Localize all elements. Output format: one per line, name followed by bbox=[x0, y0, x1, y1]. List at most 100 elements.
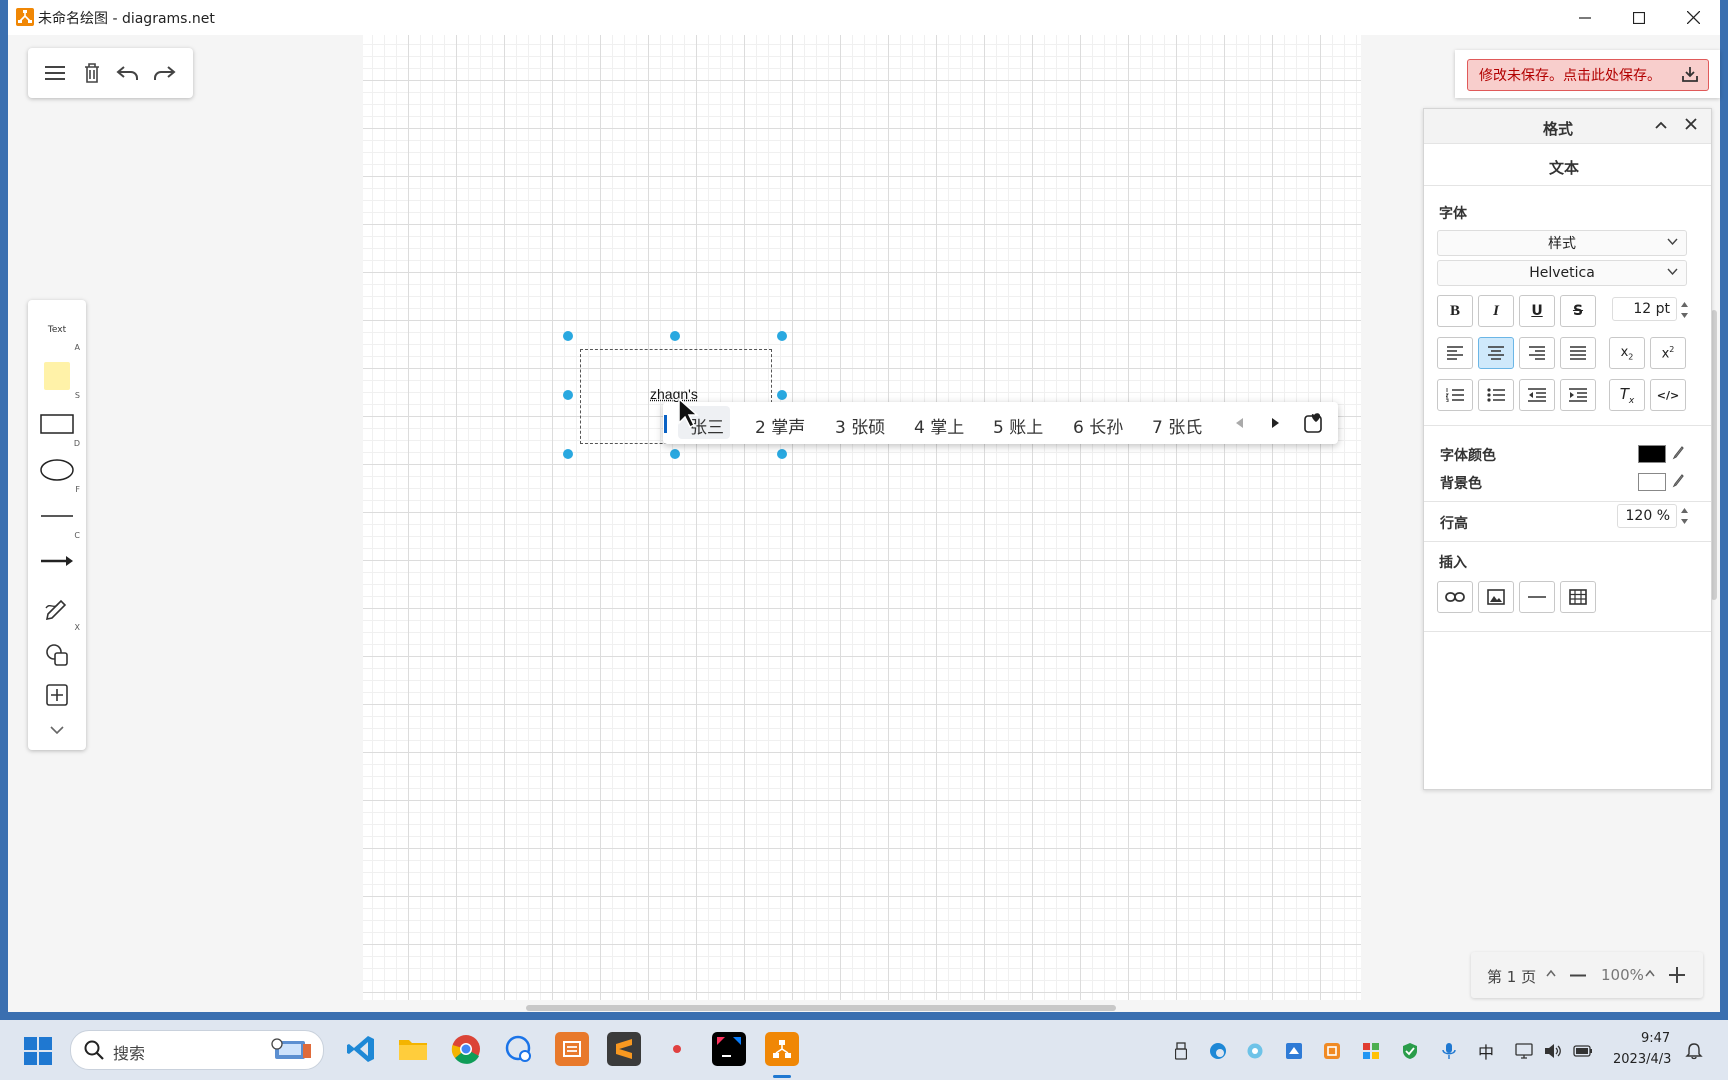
ime-candidate[interactable]: 7 张氏 bbox=[1152, 413, 1202, 438]
text-shape[interactable]: Text A bbox=[36, 314, 80, 352]
ellipse-shape[interactable]: F bbox=[36, 452, 80, 494]
background-color-swatch[interactable] bbox=[1638, 473, 1666, 491]
notification-icon[interactable] bbox=[1684, 1041, 1704, 1061]
insert-button[interactable] bbox=[36, 680, 78, 710]
menu-button[interactable] bbox=[40, 58, 70, 88]
font-family-select[interactable]: Helvetica bbox=[1437, 260, 1687, 286]
horizontal-scrollbar[interactable] bbox=[526, 1005, 1116, 1011]
prev-page-icon[interactable] bbox=[1236, 418, 1244, 428]
chevron-up-icon[interactable] bbox=[1546, 970, 1556, 977]
ime-candidate[interactable]: 2 掌声 bbox=[755, 413, 805, 438]
bold-button[interactable]: B bbox=[1437, 295, 1473, 327]
font-color-swatch[interactable] bbox=[1638, 445, 1666, 463]
collapse-icon[interactable] bbox=[1655, 121, 1667, 129]
line-shape[interactable]: C bbox=[36, 498, 80, 540]
security-shield-icon[interactable] bbox=[1400, 1041, 1420, 1061]
close-panel-icon[interactable] bbox=[1685, 118, 1697, 130]
clock-date[interactable]: 2023/4/3 bbox=[1613, 1052, 1671, 1067]
favorite-heart-icon[interactable] bbox=[1304, 413, 1324, 433]
shapes-library-button[interactable] bbox=[36, 640, 78, 670]
vscode-app[interactable] bbox=[344, 1032, 378, 1066]
network-icon[interactable] bbox=[1514, 1041, 1534, 1061]
rectangle-shape[interactable]: D bbox=[36, 406, 80, 448]
battery-icon[interactable] bbox=[1573, 1041, 1593, 1061]
clock-time[interactable]: 9:47 bbox=[1641, 1031, 1670, 1046]
resize-handle[interactable] bbox=[670, 449, 680, 459]
usb-icon[interactable] bbox=[1171, 1041, 1191, 1061]
eyedropper-icon[interactable] bbox=[1672, 474, 1684, 488]
insert-horizontal-rule-button[interactable] bbox=[1519, 581, 1555, 613]
align-center-button[interactable] bbox=[1478, 337, 1514, 369]
numbered-list-button[interactable] bbox=[1437, 379, 1473, 411]
delete-button[interactable] bbox=[77, 58, 107, 88]
align-right-button[interactable] bbox=[1519, 337, 1555, 369]
app-grid-icon[interactable] bbox=[1361, 1041, 1381, 1061]
windows-start-icon[interactable] bbox=[24, 1037, 52, 1065]
subscript-button[interactable]: x2 bbox=[1609, 337, 1645, 369]
tab-text[interactable]: 文本 bbox=[1549, 157, 1579, 178]
resize-handle[interactable] bbox=[670, 331, 680, 341]
resize-handle[interactable] bbox=[777, 449, 787, 459]
chat-app[interactable] bbox=[501, 1032, 535, 1066]
save-button[interactable]: 修改未保存。点击此处保存。 bbox=[1467, 59, 1709, 91]
eyedropper-icon[interactable] bbox=[1672, 446, 1684, 460]
insert-link-button[interactable] bbox=[1437, 581, 1473, 613]
resize-handle[interactable] bbox=[777, 331, 787, 341]
sublime-app[interactable] bbox=[607, 1032, 641, 1066]
underline-button[interactable]: U bbox=[1519, 295, 1555, 327]
resize-handle[interactable] bbox=[563, 449, 573, 459]
freehand-shape[interactable]: X bbox=[36, 590, 80, 632]
strikethrough-button[interactable]: S bbox=[1560, 295, 1596, 327]
ime-candidate[interactable]: 6 长孙 bbox=[1073, 413, 1123, 438]
italic-button[interactable]: I bbox=[1478, 295, 1514, 327]
recorder-app[interactable] bbox=[660, 1032, 694, 1066]
maximize-button[interactable] bbox=[1612, 0, 1666, 35]
redo-button[interactable] bbox=[149, 58, 179, 88]
display-icon[interactable] bbox=[1284, 1041, 1304, 1061]
insert-table-button[interactable] bbox=[1560, 581, 1596, 613]
ime-candidate[interactable]: 3 张硕 bbox=[835, 413, 885, 438]
spinner-icon[interactable] bbox=[1680, 505, 1689, 527]
microphone-icon[interactable] bbox=[1439, 1041, 1459, 1061]
office-icon[interactable] bbox=[1322, 1041, 1342, 1061]
drawio-app[interactable] bbox=[765, 1032, 799, 1066]
minimize-button[interactable] bbox=[1558, 0, 1612, 35]
style-select[interactable]: 样式 bbox=[1437, 230, 1687, 256]
spinner-icon[interactable] bbox=[1680, 299, 1689, 321]
file-explorer-app[interactable] bbox=[396, 1032, 430, 1066]
ime-candidate[interactable]: 4 掌上 bbox=[914, 413, 964, 438]
resize-handle[interactable] bbox=[563, 390, 573, 400]
chevron-up-icon[interactable] bbox=[1645, 970, 1655, 977]
edge-icon[interactable] bbox=[1208, 1041, 1228, 1061]
network-globe-icon[interactable] bbox=[1245, 1041, 1265, 1061]
note-shape[interactable]: S bbox=[36, 358, 80, 400]
zoom-out-icon[interactable] bbox=[1570, 974, 1586, 977]
indent-button[interactable] bbox=[1560, 379, 1596, 411]
intellij-app[interactable] bbox=[712, 1032, 746, 1066]
more-shapes-button[interactable] bbox=[36, 720, 78, 740]
html-button[interactable]: </> bbox=[1650, 379, 1686, 411]
close-window-button[interactable] bbox=[1666, 0, 1720, 35]
zoom-level[interactable]: 100% bbox=[1601, 966, 1644, 984]
drawing-canvas[interactable] bbox=[363, 35, 1361, 1000]
zoom-in-icon[interactable] bbox=[1669, 967, 1685, 983]
taskbar-search[interactable]: 搜索 bbox=[70, 1030, 324, 1070]
page-selector[interactable]: 第 1 页 bbox=[1487, 966, 1536, 987]
align-left-button[interactable] bbox=[1437, 337, 1473, 369]
superscript-button[interactable]: x2 bbox=[1650, 337, 1686, 369]
notes-app[interactable] bbox=[555, 1032, 589, 1066]
line-height-input[interactable]: 120 % bbox=[1617, 504, 1677, 528]
font-size-input[interactable]: 12 pt bbox=[1612, 297, 1677, 321]
volume-icon[interactable] bbox=[1543, 1041, 1563, 1061]
ime-mode-indicator[interactable]: 中 bbox=[1476, 1041, 1496, 1062]
outdent-button[interactable] bbox=[1519, 379, 1555, 411]
next-page-icon[interactable] bbox=[1271, 418, 1279, 428]
resize-handle[interactable] bbox=[563, 331, 573, 341]
clear-format-button[interactable]: Tx bbox=[1609, 379, 1645, 411]
ime-candidate[interactable]: 5 账上 bbox=[993, 413, 1043, 438]
undo-button[interactable] bbox=[113, 58, 143, 88]
resize-handle[interactable] bbox=[777, 390, 787, 400]
chrome-app[interactable] bbox=[449, 1032, 483, 1066]
bullet-list-button[interactable] bbox=[1478, 379, 1514, 411]
justify-button[interactable] bbox=[1560, 337, 1596, 369]
